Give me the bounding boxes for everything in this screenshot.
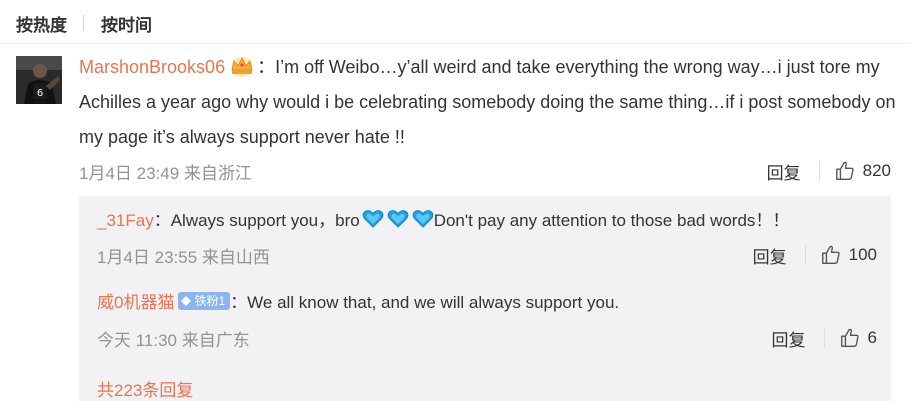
sort-by-time-tab[interactable]: 按时间 bbox=[101, 11, 152, 36]
action-divider bbox=[804, 245, 806, 265]
reply-username[interactable]: 威0机器猫 bbox=[97, 293, 174, 312]
reply-meta-row: 1月4日 23:55 来自山西 回复 100 bbox=[97, 242, 877, 268]
comment-colon: ： bbox=[257, 57, 276, 77]
diamond-icon bbox=[181, 296, 192, 306]
reply-button[interactable]: 回复 bbox=[753, 243, 787, 268]
fan-badge[interactable]: 铁粉1 bbox=[178, 292, 231, 310]
reply-body: 威0机器猫 铁粉1 ：We all know that, and we will a… bbox=[97, 290, 877, 316]
reply-timestamp-location: 1月4日 23:55 来自山西 bbox=[97, 247, 270, 267]
action-divider bbox=[818, 161, 820, 181]
reply-actions: 回复 6 bbox=[772, 326, 877, 351]
reply-button[interactable]: 回复 bbox=[767, 159, 801, 184]
reply-timestamp-location: 今天 11:30 来自广东 bbox=[97, 330, 250, 350]
svg-text:6: 6 bbox=[37, 88, 43, 99]
emoji-group bbox=[362, 209, 434, 229]
action-divider bbox=[823, 328, 825, 348]
player-avatar-icon: 6 bbox=[16, 56, 62, 104]
thumbs-up-icon bbox=[821, 245, 840, 264]
reply-thread: _31Fay：Always support you，bro Don't pay … bbox=[79, 196, 891, 401]
blue-heart-icon bbox=[387, 210, 409, 228]
reply-text-after: Don't pay any attention to those bad wor… bbox=[433, 211, 790, 230]
blue-heart-icon bbox=[362, 210, 384, 228]
comment-timestamp-location: 1月4日 23:49 来自浙江 bbox=[79, 163, 252, 183]
comment-meta-row: 1月4日 23:49 来自浙江 回复 820 bbox=[79, 158, 891, 184]
like-button[interactable]: 100 bbox=[820, 244, 877, 266]
sort-bar: 按热度 按时间 bbox=[16, 10, 152, 36]
crown-icon bbox=[227, 54, 257, 78]
thumbs-up-icon bbox=[835, 161, 854, 180]
like-count: 6 bbox=[867, 328, 877, 347]
reply-colon: ： bbox=[230, 293, 248, 312]
reply-meta-row: 今天 11:30 来自广东 回复 6 bbox=[97, 325, 877, 351]
like-count: 100 bbox=[848, 245, 877, 264]
main-comment: MarshonBrooks06 ：I’m off Weibo…y’all wei… bbox=[79, 50, 899, 155]
like-count: 820 bbox=[862, 161, 891, 180]
like-button[interactable]: 6 bbox=[839, 327, 877, 349]
reply-text-before: Always support you，bro bbox=[170, 211, 360, 230]
sort-divider bbox=[83, 15, 84, 31]
comment-actions: 回复 820 bbox=[767, 159, 891, 184]
reply-button[interactable]: 回复 bbox=[772, 326, 806, 351]
reply-actions: 回复 100 bbox=[753, 243, 877, 268]
reply-body: _31Fay：Always support you，bro Don't pay … bbox=[97, 208, 877, 234]
header-divider bbox=[0, 43, 911, 44]
blue-heart-icon bbox=[412, 210, 434, 228]
fan-badge-label: 铁粉1 bbox=[194, 294, 226, 308]
avatar[interactable]: 6 bbox=[16, 56, 62, 104]
reply-text: We all know that, and we will always sup… bbox=[247, 293, 620, 312]
thumbs-up-icon bbox=[840, 328, 859, 347]
like-button[interactable]: 820 bbox=[834, 160, 891, 182]
comment-body: MarshonBrooks06 ：I’m off Weibo…y’all wei… bbox=[79, 50, 899, 155]
reply-item: _31Fay：Always support you，bro Don't pay … bbox=[97, 208, 877, 234]
sort-by-hot-tab[interactable]: 按热度 bbox=[16, 11, 67, 36]
view-all-replies-link[interactable]: 共223条回复 bbox=[97, 376, 193, 401]
comment-username[interactable]: MarshonBrooks06 bbox=[79, 57, 225, 77]
reply-colon: ： bbox=[153, 211, 171, 230]
reply-username[interactable]: _31Fay bbox=[97, 211, 154, 230]
reply-item: 威0机器猫 铁粉1 ：We all know that, and we will a… bbox=[97, 290, 877, 316]
